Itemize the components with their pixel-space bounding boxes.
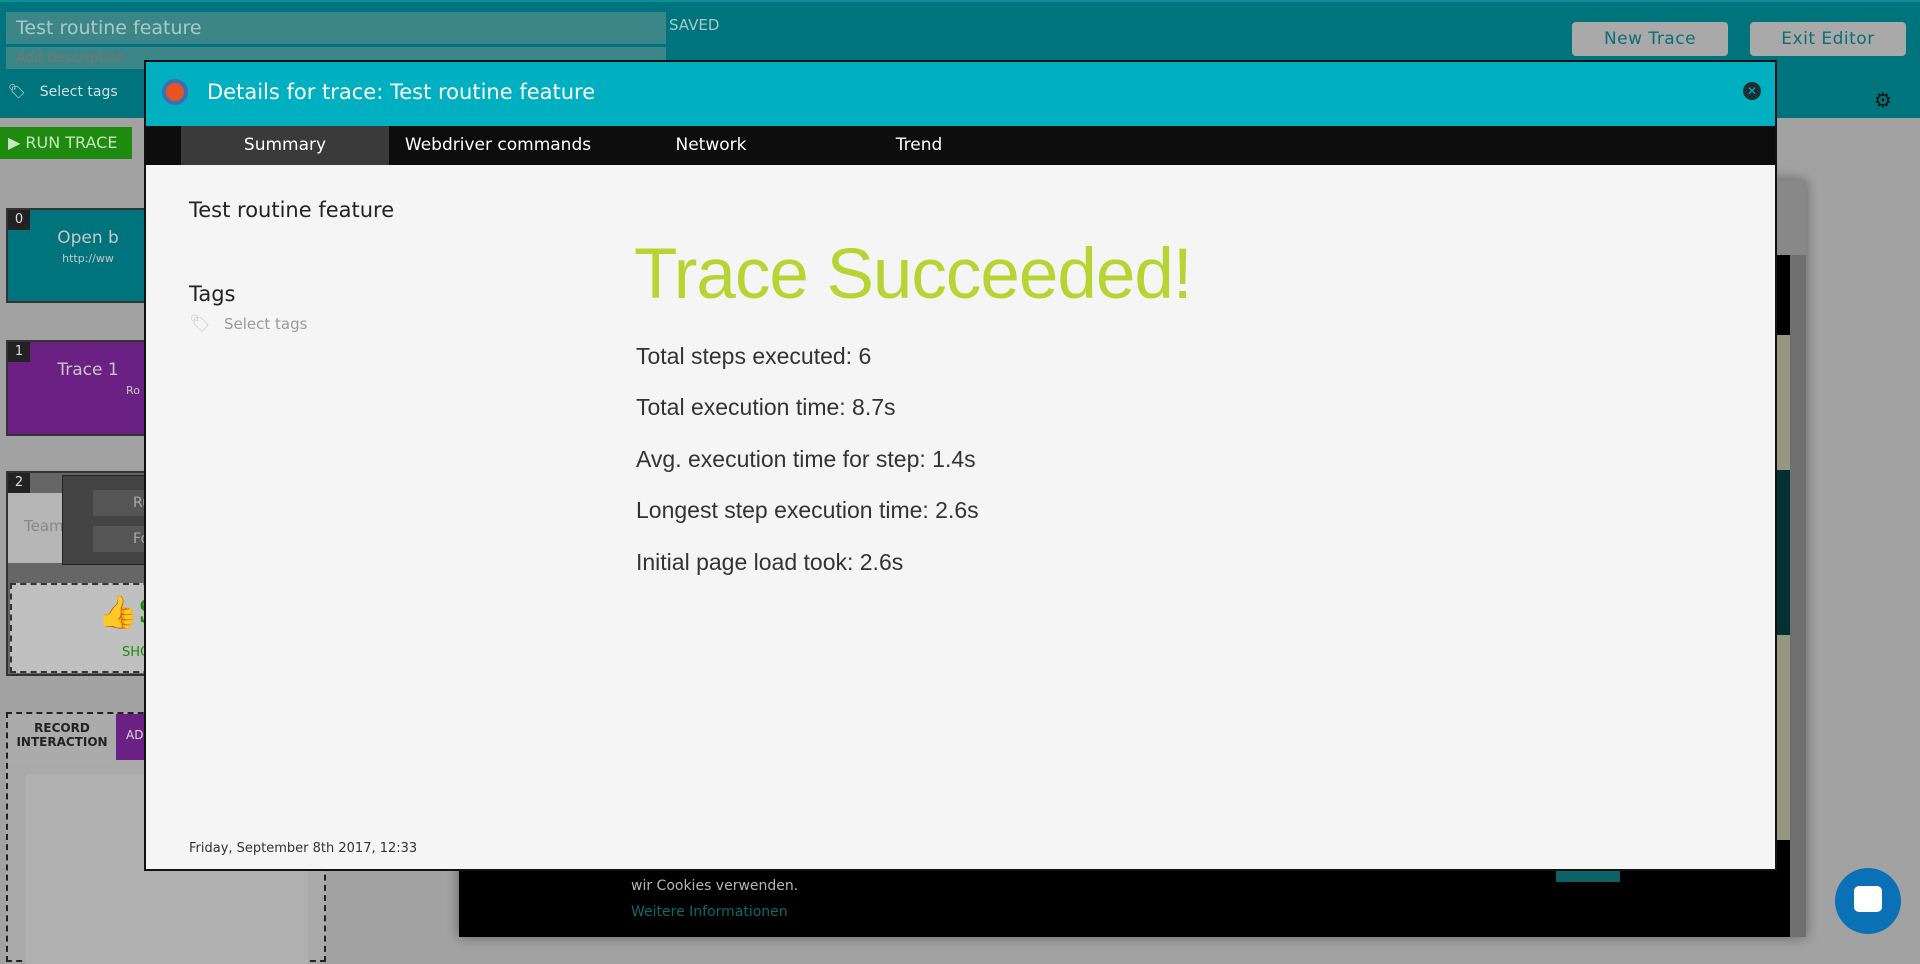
success-panel: 👍S SHO	[10, 583, 164, 673]
close-icon[interactable]: ✕	[1743, 82, 1761, 100]
cookie-info-link[interactable]: Weitere Informationen	[631, 904, 788, 920]
saved-status: SAVED	[669, 16, 720, 34]
chat-icon[interactable]	[1835, 868, 1901, 934]
stat-total-time: Total execution time: 8.7s	[636, 394, 896, 420]
step-sub: Ro	[126, 384, 140, 397]
modal-header: Details for trace: Test routine feature …	[146, 62, 1775, 126]
stat-avg-time: Avg. execution time for step: 1.4s	[636, 446, 976, 472]
tags-heading: Tags	[189, 282, 236, 306]
step-index: 0	[8, 210, 30, 230]
step-card-0[interactable]: 0 Open b http://ww	[6, 208, 166, 303]
tag-icon: 🏷	[8, 84, 26, 100]
tags-label: Select tags	[39, 84, 118, 100]
stat-page-load: Initial page load took: 2.6s	[636, 549, 904, 575]
firefox-icon	[162, 79, 188, 105]
preview-scrollbar[interactable]	[1790, 255, 1806, 937]
tags-select[interactable]: Select tags	[224, 315, 307, 333]
trace-title-input[interactable]	[6, 12, 666, 44]
step-index: 2	[8, 473, 30, 493]
gear-icon[interactable]: ⚙	[1874, 88, 1892, 112]
step-title: Trace 1	[57, 360, 119, 380]
tags-selector[interactable]: 🏷 Select tags	[8, 84, 118, 100]
cookie-text: wir Cookies verwenden.	[631, 878, 799, 894]
tab-network[interactable]: Network	[607, 126, 815, 165]
run-trace-button[interactable]: ▶ RUN TRACE	[0, 127, 132, 159]
record-interaction-button[interactable]: RECORD INTERACTION	[8, 714, 116, 762]
new-trace-button[interactable]: New Trace	[1572, 22, 1728, 56]
trace-details-modal: Details for trace: Test routine feature …	[144, 60, 1777, 871]
stat-longest-step: Longest step execution time: 2.6s	[636, 497, 979, 523]
tab-webdriver-commands[interactable]: Webdriver commands	[389, 126, 607, 165]
trace-status: Trace Succeeded!	[634, 235, 1193, 314]
step-title: Open b	[57, 228, 119, 248]
modal-title: Details for trace: Test routine feature	[207, 80, 596, 104]
stat-total-steps: Total steps executed: 6	[636, 343, 872, 369]
step-card-2[interactable]: 2 Team Ru Fo 👍S SHO	[6, 471, 166, 676]
step-card-1[interactable]: 1 Trace 1 Ro	[6, 340, 166, 436]
modal-tabs: Summary Webdriver commands Network Trend	[146, 126, 1775, 165]
tab-trend[interactable]: Trend	[815, 126, 1023, 165]
step-left-label: Team	[8, 493, 64, 563]
step-url: http://ww	[62, 252, 114, 265]
trace-date: Friday, September 8th 2017, 12:33	[189, 841, 418, 856]
step-index: 1	[8, 342, 30, 362]
exit-editor-button[interactable]: Exit Editor	[1750, 22, 1906, 56]
tag-icon: 🏷	[189, 314, 211, 334]
tab-summary[interactable]: Summary	[181, 126, 389, 165]
trace-name: Test routine feature	[189, 198, 395, 222]
